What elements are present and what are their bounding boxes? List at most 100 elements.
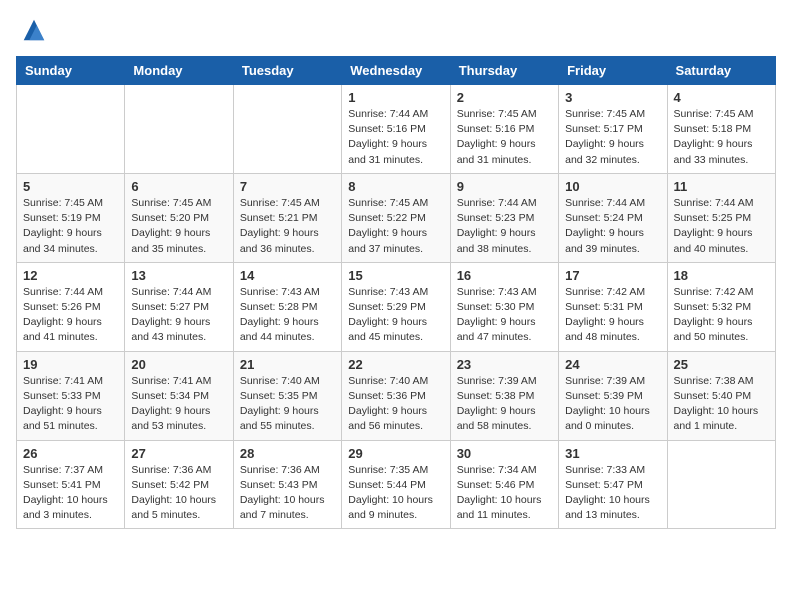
calendar-cell: 15 Sunrise: 7:43 AM Sunset: 5:29 PM Dayli… xyxy=(342,262,450,351)
day-number: 6 xyxy=(131,179,226,194)
page-header xyxy=(16,16,776,44)
day-number: 9 xyxy=(457,179,552,194)
day-info: Sunrise: 7:44 AM Sunset: 5:26 PM Dayligh… xyxy=(23,285,118,346)
calendar-cell: 12 Sunrise: 7:44 AM Sunset: 5:26 PM Dayli… xyxy=(17,262,125,351)
calendar-cell: 27 Sunrise: 7:36 AM Sunset: 5:42 PM Dayli… xyxy=(125,440,233,529)
calendar-cell: 16 Sunrise: 7:43 AM Sunset: 5:30 PM Dayli… xyxy=(450,262,558,351)
calendar-cell: 30 Sunrise: 7:34 AM Sunset: 5:46 PM Dayli… xyxy=(450,440,558,529)
day-of-week-header: Wednesday xyxy=(342,57,450,85)
day-number: 1 xyxy=(348,90,443,105)
day-number: 2 xyxy=(457,90,552,105)
logo-icon xyxy=(20,16,48,44)
day-info: Sunrise: 7:42 AM Sunset: 5:32 PM Dayligh… xyxy=(674,285,769,346)
day-info: Sunrise: 7:45 AM Sunset: 5:18 PM Dayligh… xyxy=(674,107,769,168)
calendar-cell: 28 Sunrise: 7:36 AM Sunset: 5:43 PM Dayli… xyxy=(233,440,341,529)
calendar-cell: 7 Sunrise: 7:45 AM Sunset: 5:21 PM Daylig… xyxy=(233,173,341,262)
day-number: 31 xyxy=(565,446,660,461)
day-of-week-header: Thursday xyxy=(450,57,558,85)
calendar-cell: 26Sunrise: 7:37 AM Sunset: 5:41 PM Dayli… xyxy=(17,440,125,529)
day-number: 12 xyxy=(23,268,118,283)
day-info: Sunrise: 7:45 AM Sunset: 5:21 PM Dayligh… xyxy=(240,196,335,257)
day-info: Sunrise: 7:38 AM Sunset: 5:40 PM Dayligh… xyxy=(674,374,769,435)
day-number: 8 xyxy=(348,179,443,194)
day-of-week-header: Sunday xyxy=(17,57,125,85)
day-number: 28 xyxy=(240,446,335,461)
day-info: Sunrise: 7:42 AM Sunset: 5:31 PM Dayligh… xyxy=(565,285,660,346)
day-number: 30 xyxy=(457,446,552,461)
calendar-cell: 4 Sunrise: 7:45 AM Sunset: 5:18 PM Daylig… xyxy=(667,85,775,174)
calendar-cell: 18 Sunrise: 7:42 AM Sunset: 5:32 PM Dayli… xyxy=(667,262,775,351)
day-info: Sunrise: 7:44 AM Sunset: 5:23 PM Dayligh… xyxy=(457,196,552,257)
day-info: Sunrise: 7:45 AM Sunset: 5:17 PM Dayligh… xyxy=(565,107,660,168)
day-info: Sunrise: 7:40 AM Sunset: 5:35 PM Dayligh… xyxy=(240,374,335,435)
day-number: 25 xyxy=(674,357,769,372)
calendar-cell: 17 Sunrise: 7:42 AM Sunset: 5:31 PM Dayli… xyxy=(559,262,667,351)
calendar-cell xyxy=(17,85,125,174)
day-info: Sunrise: 7:41 AM Sunset: 5:34 PM Dayligh… xyxy=(131,374,226,435)
day-info: Sunrise: 7:45 AM Sunset: 5:19 PM Dayligh… xyxy=(23,196,118,257)
calendar-cell: 25 Sunrise: 7:38 AM Sunset: 5:40 PM Dayli… xyxy=(667,351,775,440)
calendar-cell: 23 Sunrise: 7:39 AM Sunset: 5:38 PM Dayli… xyxy=(450,351,558,440)
calendar-header-row: SundayMondayTuesdayWednesdayThursdayFrid… xyxy=(17,57,776,85)
day-info: Sunrise: 7:43 AM Sunset: 5:28 PM Dayligh… xyxy=(240,285,335,346)
day-number: 16 xyxy=(457,268,552,283)
day-number: 27 xyxy=(131,446,226,461)
calendar-cell: 11 Sunrise: 7:44 AM Sunset: 5:25 PM Dayli… xyxy=(667,173,775,262)
calendar-cell: 14 Sunrise: 7:43 AM Sunset: 5:28 PM Dayli… xyxy=(233,262,341,351)
day-info: Sunrise: 7:40 AM Sunset: 5:36 PM Dayligh… xyxy=(348,374,443,435)
calendar-cell: 22 Sunrise: 7:40 AM Sunset: 5:36 PM Dayli… xyxy=(342,351,450,440)
day-info: Sunrise: 7:33 AM Sunset: 5:47 PM Dayligh… xyxy=(565,463,660,524)
day-number: 5 xyxy=(23,179,118,194)
day-number: 17 xyxy=(565,268,660,283)
calendar-cell: 5 Sunrise: 7:45 AM Sunset: 5:19 PM Daylig… xyxy=(17,173,125,262)
calendar-week-row: 5 Sunrise: 7:45 AM Sunset: 5:19 PM Daylig… xyxy=(17,173,776,262)
day-info: Sunrise: 7:43 AM Sunset: 5:30 PM Dayligh… xyxy=(457,285,552,346)
day-info: Sunrise: 7:44 AM Sunset: 5:24 PM Dayligh… xyxy=(565,196,660,257)
calendar-cell: 20 Sunrise: 7:41 AM Sunset: 5:34 PM Dayli… xyxy=(125,351,233,440)
day-number: 11 xyxy=(674,179,769,194)
day-info: Sunrise: 7:43 AM Sunset: 5:29 PM Dayligh… xyxy=(348,285,443,346)
day-of-week-header: Monday xyxy=(125,57,233,85)
day-of-week-header: Saturday xyxy=(667,57,775,85)
day-number: 19 xyxy=(23,357,118,372)
day-number: 7 xyxy=(240,179,335,194)
calendar-cell: 9 Sunrise: 7:44 AM Sunset: 5:23 PM Daylig… xyxy=(450,173,558,262)
calendar-cell: 10 Sunrise: 7:44 AM Sunset: 5:24 PM Dayli… xyxy=(559,173,667,262)
day-info: Sunrise: 7:34 AM Sunset: 5:46 PM Dayligh… xyxy=(457,463,552,524)
calendar-week-row: 1 Sunrise: 7:44 AM Sunset: 5:16 PM Daylig… xyxy=(17,85,776,174)
calendar-cell: 1 Sunrise: 7:44 AM Sunset: 5:16 PM Daylig… xyxy=(342,85,450,174)
day-of-week-header: Friday xyxy=(559,57,667,85)
day-info: Sunrise: 7:45 AM Sunset: 5:20 PM Dayligh… xyxy=(131,196,226,257)
day-number: 23 xyxy=(457,357,552,372)
day-number: 21 xyxy=(240,357,335,372)
day-number: 14 xyxy=(240,268,335,283)
day-info: Sunrise: 7:45 AM Sunset: 5:22 PM Dayligh… xyxy=(348,196,443,257)
day-number: 4 xyxy=(674,90,769,105)
day-number: 22 xyxy=(348,357,443,372)
day-info: Sunrise: 7:39 AM Sunset: 5:39 PM Dayligh… xyxy=(565,374,660,435)
day-info: Sunrise: 7:44 AM Sunset: 5:25 PM Dayligh… xyxy=(674,196,769,257)
day-number: 20 xyxy=(131,357,226,372)
day-number: 18 xyxy=(674,268,769,283)
calendar-cell: 2 Sunrise: 7:45 AM Sunset: 5:16 PM Daylig… xyxy=(450,85,558,174)
calendar-cell: 24Sunrise: 7:39 AM Sunset: 5:39 PM Dayli… xyxy=(559,351,667,440)
calendar-cell xyxy=(667,440,775,529)
calendar-cell: 8 Sunrise: 7:45 AM Sunset: 5:22 PM Daylig… xyxy=(342,173,450,262)
day-info: Sunrise: 7:35 AM Sunset: 5:44 PM Dayligh… xyxy=(348,463,443,524)
day-info: Sunrise: 7:45 AM Sunset: 5:16 PM Dayligh… xyxy=(457,107,552,168)
day-info: Sunrise: 7:36 AM Sunset: 5:43 PM Dayligh… xyxy=(240,463,335,524)
calendar-cell: 29 Sunrise: 7:35 AM Sunset: 5:44 PM Dayli… xyxy=(342,440,450,529)
day-number: 15 xyxy=(348,268,443,283)
day-info: Sunrise: 7:39 AM Sunset: 5:38 PM Dayligh… xyxy=(457,374,552,435)
day-of-week-header: Tuesday xyxy=(233,57,341,85)
day-number: 10 xyxy=(565,179,660,194)
day-info: Sunrise: 7:41 AM Sunset: 5:33 PM Dayligh… xyxy=(23,374,118,435)
day-info: Sunrise: 7:36 AM Sunset: 5:42 PM Dayligh… xyxy=(131,463,226,524)
calendar-week-row: 19 Sunrise: 7:41 AM Sunset: 5:33 PM Dayli… xyxy=(17,351,776,440)
calendar-cell: 13Sunrise: 7:44 AM Sunset: 5:27 PM Dayli… xyxy=(125,262,233,351)
calendar-cell: 3Sunrise: 7:45 AM Sunset: 5:17 PM Daylig… xyxy=(559,85,667,174)
calendar-cell xyxy=(125,85,233,174)
day-info: Sunrise: 7:44 AM Sunset: 5:16 PM Dayligh… xyxy=(348,107,443,168)
day-number: 29 xyxy=(348,446,443,461)
day-info: Sunrise: 7:37 AM Sunset: 5:41 PM Dayligh… xyxy=(23,463,118,524)
